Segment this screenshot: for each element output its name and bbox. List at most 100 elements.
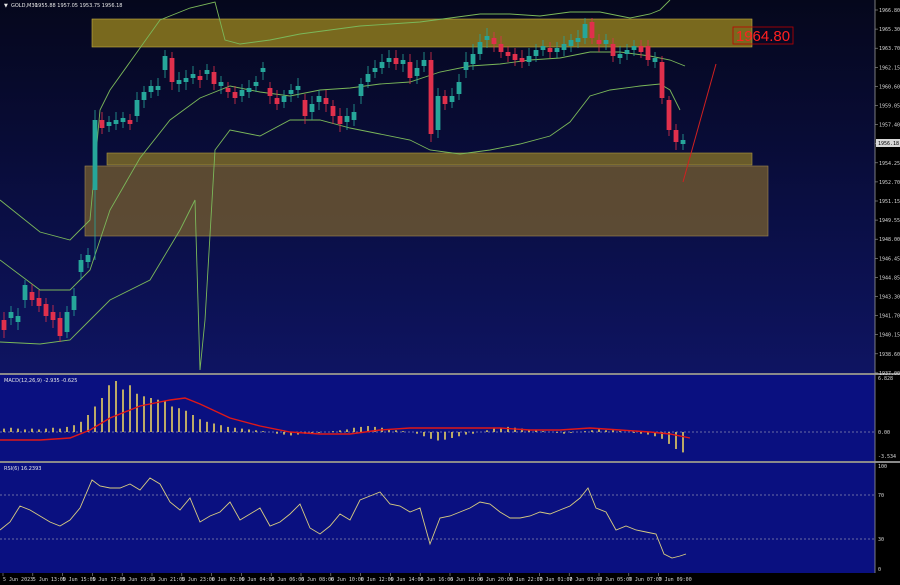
- candle-bear[interactable]: [610, 44, 616, 56]
- candle-bear[interactable]: [169, 58, 175, 82]
- candle-bear[interactable]: [1, 320, 7, 330]
- candle-bear[interactable]: [491, 38, 497, 44]
- candle-bull[interactable]: [477, 42, 483, 54]
- candle-bear[interactable]: [442, 96, 448, 104]
- candle-bull[interactable]: [470, 54, 476, 64]
- candle-bull[interactable]: [484, 36, 490, 40]
- candle-bull[interactable]: [435, 96, 441, 130]
- candle-bear[interactable]: [43, 304, 49, 316]
- candle-bull[interactable]: [120, 118, 126, 122]
- candle-bull[interactable]: [281, 96, 287, 102]
- candle-bear[interactable]: [596, 40, 602, 44]
- candle-bull[interactable]: [64, 312, 70, 332]
- candle-bear[interactable]: [519, 58, 525, 62]
- candle-bear[interactable]: [638, 46, 644, 52]
- candle-bull[interactable]: [316, 96, 322, 102]
- candle-bull[interactable]: [8, 312, 14, 318]
- candle-bull[interactable]: [344, 116, 350, 122]
- candle-bull[interactable]: [71, 296, 77, 310]
- candle-bull[interactable]: [113, 120, 119, 124]
- candle-bull[interactable]: [162, 56, 168, 70]
- candle-bear[interactable]: [428, 60, 434, 134]
- candle-bull[interactable]: [288, 90, 294, 94]
- candle-bull[interactable]: [260, 68, 266, 72]
- candle-bull[interactable]: [204, 70, 210, 74]
- candle-bear[interactable]: [127, 120, 133, 124]
- rsi-panel[interactable]: [0, 463, 875, 573]
- candle-bear[interactable]: [645, 46, 651, 60]
- candle-bear[interactable]: [673, 130, 679, 142]
- candle-bear[interactable]: [225, 88, 231, 92]
- candle-bull[interactable]: [463, 62, 469, 70]
- candle-bear[interactable]: [407, 62, 413, 78]
- candle-bull[interactable]: [603, 40, 609, 44]
- support-zone-lower[interactable]: [84, 165, 769, 237]
- candle-bear[interactable]: [393, 58, 399, 64]
- candle-bull[interactable]: [85, 255, 91, 262]
- candle-bull[interactable]: [582, 24, 588, 38]
- candle-bull[interactable]: [218, 82, 224, 86]
- candle-bull[interactable]: [295, 86, 301, 90]
- candle-bull[interactable]: [106, 122, 112, 126]
- candle-bear[interactable]: [666, 100, 672, 130]
- candle-bear[interactable]: [211, 72, 217, 84]
- candle-bull[interactable]: [155, 86, 161, 90]
- candle-bear[interactable]: [323, 98, 329, 104]
- candle-bull[interactable]: [246, 88, 252, 92]
- candle-bull[interactable]: [253, 82, 259, 86]
- candle-bull[interactable]: [449, 96, 455, 102]
- candle-bear[interactable]: [36, 298, 42, 306]
- candle-bull[interactable]: [386, 58, 392, 62]
- resistance-zone[interactable]: [91, 18, 753, 48]
- candle-bull[interactable]: [526, 56, 532, 62]
- candle-bull[interactable]: [372, 68, 378, 72]
- candle-bear[interactable]: [302, 100, 308, 116]
- candle-bull[interactable]: [575, 38, 581, 42]
- candle-bull[interactable]: [92, 120, 98, 190]
- candle-bear[interactable]: [29, 292, 35, 300]
- candle-bull[interactable]: [22, 285, 28, 300]
- chart-canvas[interactable]: 1964.80 ▼ GOLD,M30 1955.88 1957.05 1953.…: [0, 0, 900, 585]
- candle-bull[interactable]: [631, 46, 637, 50]
- candle-bull[interactable]: [400, 60, 406, 64]
- candle-bull[interactable]: [533, 50, 539, 56]
- candle-bear[interactable]: [547, 48, 553, 52]
- candle-bull[interactable]: [351, 112, 357, 120]
- candle-bear[interactable]: [498, 44, 504, 52]
- candle-bull[interactable]: [554, 48, 560, 52]
- candle-bull[interactable]: [15, 316, 21, 322]
- candle-bear[interactable]: [99, 120, 105, 128]
- candle-bear[interactable]: [659, 62, 665, 98]
- candle-bear[interactable]: [505, 52, 511, 56]
- candle-bull[interactable]: [134, 100, 140, 116]
- candle-bull[interactable]: [190, 74, 196, 78]
- candle-bull[interactable]: [176, 80, 182, 84]
- candle-bull[interactable]: [421, 60, 427, 66]
- candle-bull[interactable]: [624, 50, 630, 54]
- candle-bull[interactable]: [561, 44, 567, 50]
- candle-bear[interactable]: [274, 98, 280, 104]
- candle-bear[interactable]: [57, 318, 63, 336]
- candle-bull[interactable]: [358, 84, 364, 96]
- candle-bull[interactable]: [183, 78, 189, 82]
- candle-bear[interactable]: [267, 88, 273, 96]
- support-zone-upper[interactable]: [106, 152, 753, 166]
- candle-bull[interactable]: [379, 62, 385, 68]
- candle-bull[interactable]: [540, 46, 546, 50]
- candle-bull[interactable]: [568, 40, 574, 46]
- candle-bull[interactable]: [239, 90, 245, 96]
- candle-bull[interactable]: [148, 86, 154, 92]
- candle-bear[interactable]: [232, 92, 238, 98]
- candle-bear[interactable]: [197, 76, 203, 80]
- candle-bear[interactable]: [337, 116, 343, 124]
- candle-bull[interactable]: [652, 58, 658, 62]
- candle-bull[interactable]: [365, 74, 371, 82]
- candle-bull[interactable]: [414, 68, 420, 76]
- candle-bear[interactable]: [589, 22, 595, 38]
- candle-bear[interactable]: [330, 106, 336, 116]
- macd-panel[interactable]: [0, 375, 875, 461]
- candle-bull[interactable]: [456, 82, 462, 94]
- candle-bear[interactable]: [50, 312, 56, 320]
- candle-bull[interactable]: [141, 92, 147, 100]
- candle-bull[interactable]: [78, 260, 84, 272]
